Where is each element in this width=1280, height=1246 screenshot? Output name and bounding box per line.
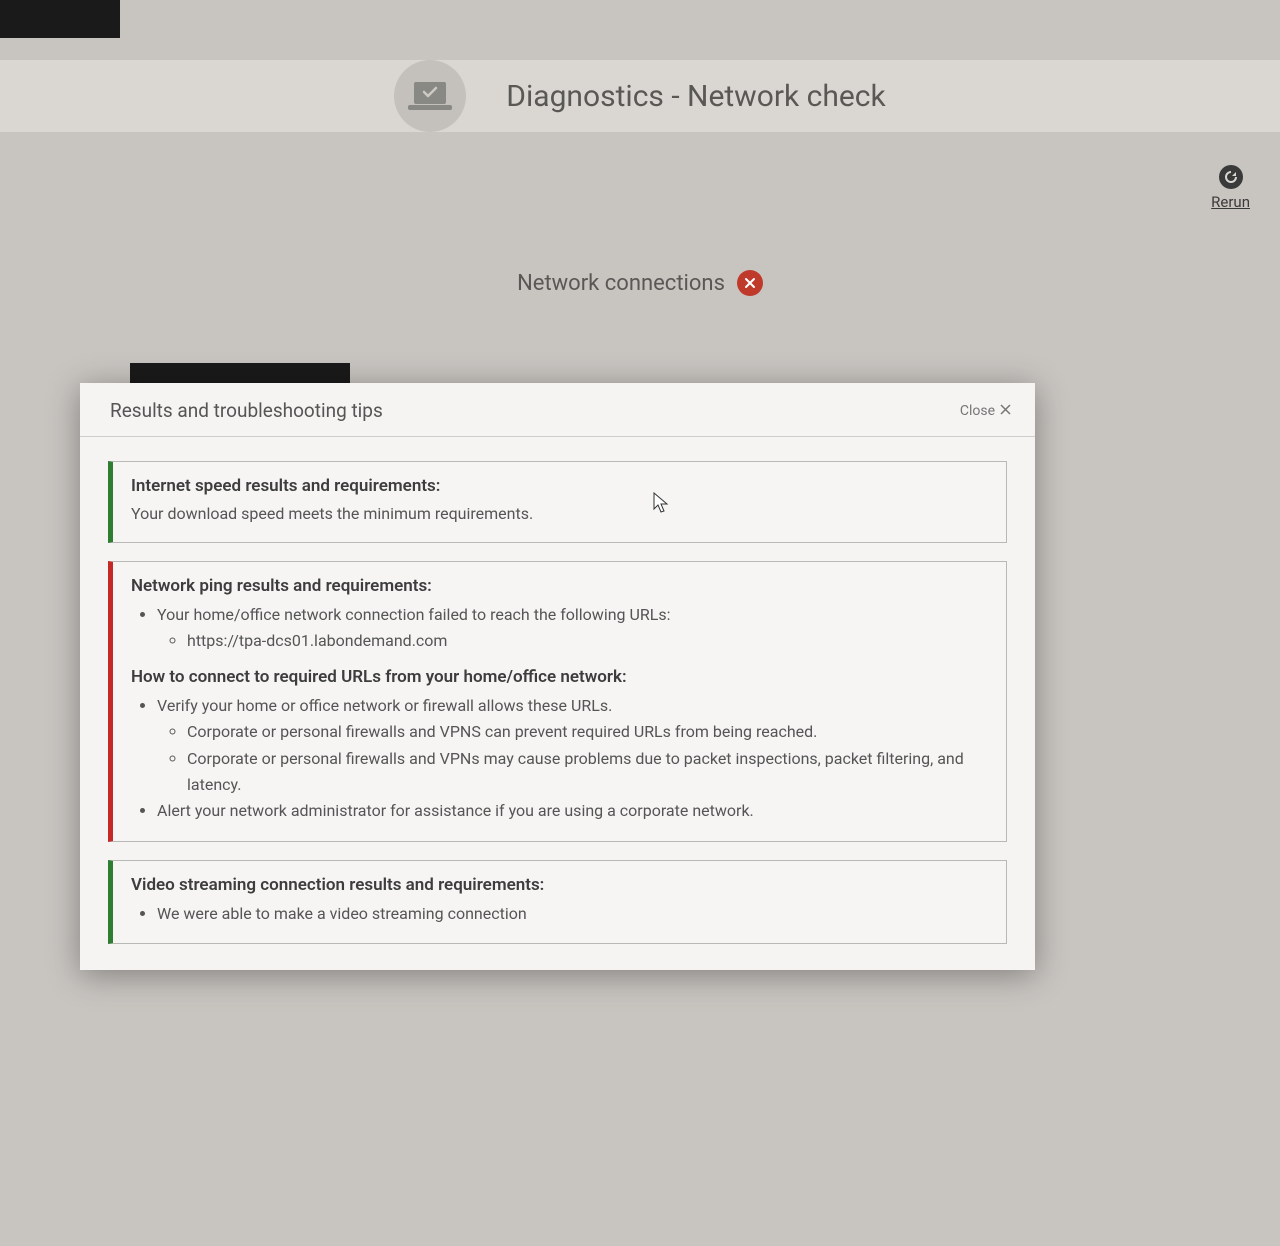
page-header: Diagnostics - Network check <box>0 60 1280 132</box>
fail-badge-icon <box>737 270 763 296</box>
close-button[interactable]: Close <box>960 403 1011 419</box>
modal-title: Results and troubleshooting tips <box>110 399 383 422</box>
list-item: Verify your home or office network or fi… <box>157 693 988 799</box>
tip-verify: Verify your home or office network or fi… <box>157 696 612 715</box>
modal-header: Results and troubleshooting tips Close <box>80 383 1035 437</box>
list-item: Corporate or personal firewalls and VPNS… <box>187 719 988 745</box>
list-item: Alert your network administrator for ass… <box>157 798 988 824</box>
video-text: We were able to make a video streaming c… <box>157 901 988 927</box>
results-modal: Results and troubleshooting tips Close I… <box>80 383 1035 970</box>
list-item: Corporate or personal firewalls and VPNs… <box>187 746 988 799</box>
laptop-check-icon <box>394 60 466 132</box>
ping-heading: Network ping results and requirements: <box>131 576 988 596</box>
network-connections-heading: Network connections <box>0 270 1280 296</box>
page-title: Diagnostics - Network check <box>506 79 885 114</box>
rerun-button[interactable]: Rerun <box>1211 165 1250 211</box>
section-title: Network connections <box>517 271 725 296</box>
ping-howto-heading: How to connect to required URLs from you… <box>131 667 988 687</box>
close-label: Close <box>960 403 995 419</box>
list-item: Your home/office network connection fail… <box>157 602 988 655</box>
ping-fail-intro: Your home/office network connection fail… <box>157 605 670 624</box>
failed-url-item: https://tpa-dcs01.labondemand.com <box>187 628 988 654</box>
speed-heading: Internet speed results and requirements: <box>131 476 988 496</box>
video-result-box: Video streaming connection results and r… <box>108 860 1007 944</box>
modal-body: Internet speed results and requirements:… <box>80 437 1035 970</box>
rerun-label: Rerun <box>1211 193 1250 211</box>
video-heading: Video streaming connection results and r… <box>131 875 988 895</box>
ping-result-box: Network ping results and requirements: Y… <box>108 561 1007 842</box>
refresh-icon <box>1219 165 1243 189</box>
speed-text: Your download speed meets the minimum re… <box>131 502 988 526</box>
redacted-region-top <box>0 0 120 38</box>
close-icon <box>1000 403 1011 419</box>
speed-result-box: Internet speed results and requirements:… <box>108 461 1007 543</box>
